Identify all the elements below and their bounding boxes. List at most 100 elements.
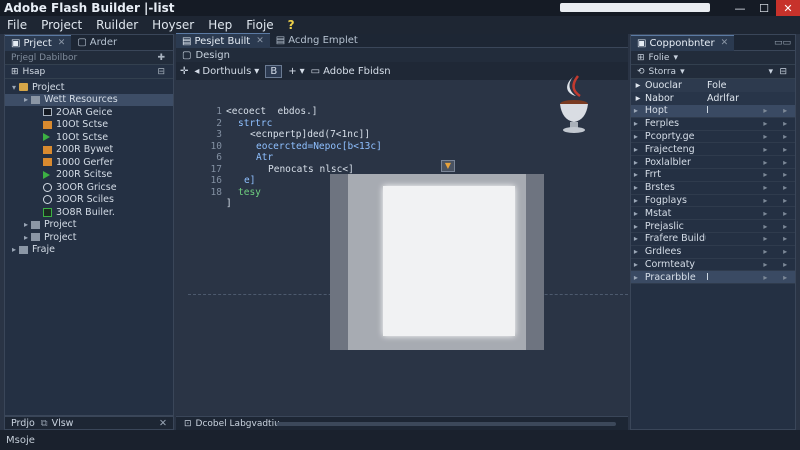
component-row[interactable]: ▸ Mstat ▸ ▸: [631, 207, 795, 221]
chevron-right-icon[interactable]: ▸: [631, 158, 641, 167]
chevron-right-icon[interactable]: ▸: [21, 95, 31, 104]
chevron-right-icon[interactable]: ▸: [775, 145, 795, 154]
chevron-right-icon[interactable]: ▸: [21, 233, 31, 242]
chevron-right-icon[interactable]: ▸: [755, 222, 775, 231]
component-row[interactable]: ▸ Pcoprty.ge ▸ ▸: [631, 131, 795, 144]
tree-item[interactable]: ▸ Project: [5, 231, 173, 244]
chevron-right-icon[interactable]: ▸: [755, 119, 775, 128]
sort-icon[interactable]: ⊟: [779, 67, 787, 77]
left-root-row[interactable]: ⊞ Hsap ⊟: [5, 65, 173, 79]
chevron-right-icon[interactable]: ▸: [631, 132, 641, 141]
chevron-right-icon[interactable]: ▸: [631, 234, 641, 243]
tab-project[interactable]: ▣ Prject ✕: [5, 34, 72, 51]
horizontal-scrollbar[interactable]: [276, 422, 616, 426]
chevron-right-icon[interactable]: ▸: [755, 145, 775, 154]
menu-file[interactable]: File: [0, 18, 34, 32]
component-row[interactable]: ▸Frafere Buildur▸▸: [631, 233, 795, 246]
chevron-right-icon[interactable]: ▸: [775, 132, 795, 141]
bold-button[interactable]: B: [265, 64, 283, 78]
tree-item[interactable]: 3O8R Builer.: [5, 206, 173, 219]
menu-hep[interactable]: Hep: [201, 18, 239, 32]
chevron-right-icon[interactable]: ▸: [631, 247, 641, 256]
chevron-right-icon[interactable]: ▸: [775, 106, 795, 115]
editor-bottom-label[interactable]: Dcobel Labgvadtiu: [196, 419, 280, 429]
tab-components[interactable]: ▣ Copponbnter ✕: [631, 34, 735, 51]
anchor-handle-icon[interactable]: ▼: [441, 160, 455, 172]
chevron-right-icon[interactable]: ▸: [775, 209, 795, 218]
close-icon[interactable]: ✕: [776, 0, 800, 16]
chevron-right-icon[interactable]: ▸: [775, 273, 795, 282]
chevron-right-icon[interactable]: ▸: [755, 132, 775, 141]
tab-arder[interactable]: ▢ Arder: [71, 35, 123, 51]
chevron-right-icon[interactable]: ▸: [631, 260, 641, 269]
chevron-down-icon[interactable]: ▾: [9, 83, 19, 92]
tree-item[interactable]: 200R Bywet: [5, 144, 173, 157]
filter-dropdown-icon[interactable]: ▾: [768, 67, 773, 77]
component-row[interactable]: ▸ Fogplays ▸ ▸: [631, 195, 795, 208]
component-row[interactable]: ▸ Frajecteng ▸ ▸: [631, 143, 795, 157]
tree-item[interactable]: ▾ Project: [5, 81, 173, 94]
view-dropdown[interactable]: ◂ Dorthuuls ▾: [194, 66, 259, 77]
chevron-right-icon[interactable]: ▸: [631, 196, 641, 205]
chevron-right-icon[interactable]: ▸: [631, 170, 641, 179]
tree-item[interactable]: ▸ Fraje: [5, 244, 173, 257]
chevron-right-icon[interactable]: ▸: [755, 158, 775, 167]
tree-item[interactable]: 200R Scitse: [5, 169, 173, 182]
maximize-icon[interactable]: ☐: [752, 0, 776, 16]
design-label[interactable]: Design: [195, 50, 230, 61]
tree-expand-icon[interactable]: ⊞: [11, 67, 19, 77]
add-button[interactable]: + ▾: [288, 66, 304, 77]
expand-icon[interactable]: ▸: [631, 93, 645, 104]
menu-hoyser[interactable]: Hoyser: [145, 18, 201, 32]
close-icon[interactable]: ✕: [58, 38, 66, 48]
title-search-box[interactable]: [560, 3, 710, 12]
component-value[interactable]: I: [706, 272, 709, 283]
component-row[interactable]: ▸ Prejaslic ▸ ▸: [631, 220, 795, 233]
chevron-right-icon[interactable]: ▸: [9, 245, 19, 254]
chevron-right-icon[interactable]: ▸: [775, 247, 795, 256]
minimize-icon[interactable]: —: [728, 0, 752, 16]
chevron-right-icon[interactable]: ▸: [21, 220, 31, 229]
tree-item[interactable]: ▸ Project: [5, 219, 173, 232]
tab-acdng-emplet[interactable]: ▤ Acdng Emplet: [270, 33, 364, 49]
refresh-icon[interactable]: ⟲: [637, 67, 645, 77]
chevron-right-icon[interactable]: ▸: [775, 222, 795, 231]
menu-fioje[interactable]: Fioje: [239, 18, 280, 32]
tree-item[interactable]: 3OOR Sciles: [5, 194, 173, 207]
component-row[interactable]: ▸ Grdlees ▸ ▸: [631, 246, 795, 259]
tree-item[interactable]: 2OAR Geice: [5, 106, 173, 119]
component-row[interactable]: ▸ Brstes ▸ ▸: [631, 182, 795, 195]
component-row[interactable]: ▸ Pracarbble I ▸ ▸: [631, 271, 795, 285]
chevron-right-icon[interactable]: ▸: [755, 209, 775, 218]
chevron-right-icon[interactable]: ▸: [631, 183, 641, 192]
chevron-right-icon[interactable]: ▸: [631, 106, 641, 115]
chevron-right-icon[interactable]: ▸: [755, 247, 775, 256]
tree-item[interactable]: 10Ot Sctse: [5, 131, 173, 144]
component-value[interactable]: I: [706, 105, 709, 116]
chevron-right-icon[interactable]: ▸: [631, 209, 641, 218]
chevron-right-icon[interactable]: ▸: [775, 119, 795, 128]
right-filter[interactable]: ⟲ Storra ▾ ▾ ⊟: [631, 65, 795, 79]
chevron-right-icon[interactable]: ▸: [755, 106, 775, 115]
tree-item[interactable]: 3OOR Gricse: [5, 181, 173, 194]
chevron-right-icon[interactable]: ▸: [755, 170, 775, 179]
tree-item[interactable]: 10Ot Sctse: [5, 119, 173, 132]
code-line[interactable]: <ecoect ebdos.]: [226, 106, 382, 118]
close-icon[interactable]: ✕: [721, 38, 729, 48]
chevron-right-icon[interactable]: ▸: [755, 234, 775, 243]
chevron-right-icon[interactable]: ▸: [755, 196, 775, 205]
pin-icon[interactable]: ✚: [157, 53, 165, 63]
collapse-icon[interactable]: ⊟: [157, 67, 165, 77]
artboard[interactable]: [383, 186, 515, 336]
chevron-right-icon[interactable]: ▸: [755, 183, 775, 192]
chevron-right-icon[interactable]: ▸: [631, 273, 641, 282]
chevron-right-icon[interactable]: ▸: [631, 119, 641, 128]
maximize-panel-icon[interactable]: ▭▭: [774, 38, 791, 48]
chevron-right-icon[interactable]: ▸: [775, 260, 795, 269]
chevron-right-icon[interactable]: ▸: [755, 260, 775, 269]
chevron-right-icon[interactable]: ▸: [631, 145, 641, 154]
component-row[interactable]: ▸ Poxlalbler ▸ ▸: [631, 156, 795, 169]
menu-builder[interactable]: Ruilder: [89, 18, 145, 32]
tab-prdjo[interactable]: Prdjo: [5, 418, 41, 429]
tab-project-built[interactable]: ▤ Pesjet Built ✕: [176, 32, 270, 49]
